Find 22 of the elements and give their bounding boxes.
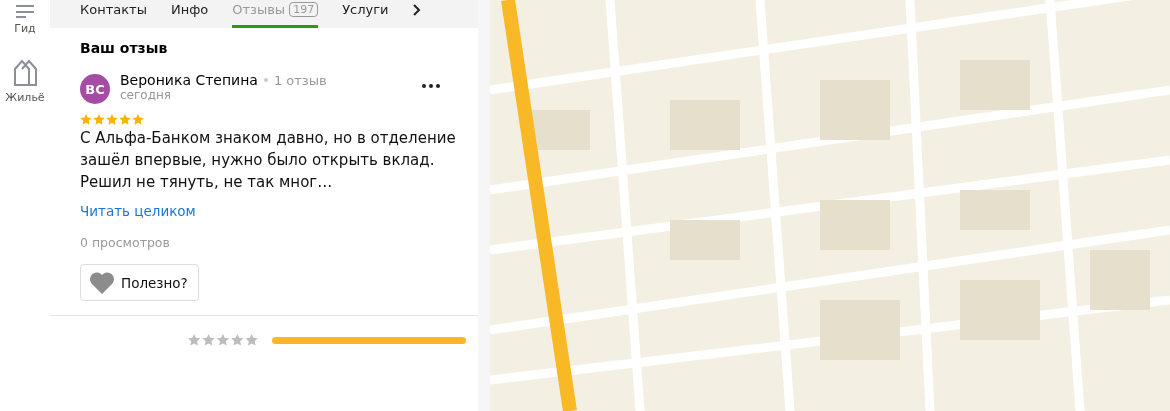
section-heading: Ваш отзыв	[80, 40, 168, 56]
stars-icon	[188, 334, 260, 346]
list-icon	[14, 4, 36, 18]
rail-item-label[interactable]: Жильё	[5, 91, 45, 104]
review-count: 1 отзыв	[273, 72, 327, 88]
helpful-button[interactable]: Полезно?	[80, 264, 199, 301]
read-more-link[interactable]: Читать целиком	[80, 203, 196, 219]
view-count: 0 просмотров	[80, 235, 170, 250]
heart-icon	[89, 271, 115, 294]
more-icon[interactable]	[422, 84, 440, 88]
avatar: ВС	[80, 74, 110, 104]
building-icon	[12, 57, 38, 87]
separator-dot	[263, 78, 268, 82]
chevron-right-icon[interactable]	[412, 4, 421, 16]
tab-count: 197	[289, 2, 319, 17]
rail-item-label[interactable]: Гид	[14, 22, 36, 35]
review-text: С Альфа-Банком знаком давно, но в отделение зашёл впервые, нужно было открыть вклад. Решил не тянуть, не так мног…	[80, 128, 457, 193]
review-date: сегодня	[120, 88, 172, 102]
author-name[interactable]: Вероника Степина	[120, 72, 258, 88]
tab[interactable]: Контакты	[80, 2, 147, 28]
tab[interactable]: Инфо	[170, 2, 209, 28]
tab[interactable]: Услуги	[342, 2, 389, 28]
